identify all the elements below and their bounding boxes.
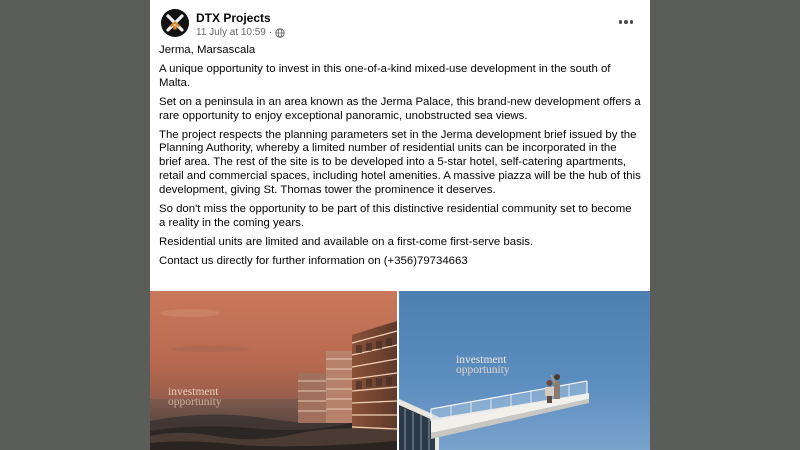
image-overlay-text: investment opportunity xyxy=(168,386,222,408)
post-card: DTX Projects 11 July at 10:59 · Jerma, M… xyxy=(150,0,650,450)
post-timestamp[interactable]: 11 July at 10:59 xyxy=(196,27,266,38)
dtx-logo-icon xyxy=(161,9,189,37)
more-horizontal-icon xyxy=(618,20,623,24)
balcony-sky-image xyxy=(399,291,650,450)
meta-separator: · xyxy=(268,27,273,38)
globe-icon[interactable] xyxy=(275,27,285,38)
post-body: Jerma, Marsascala A unique opportunity t… xyxy=(159,44,641,274)
post-paragraph: The project respects the planning parame… xyxy=(159,128,641,197)
media-image-left[interactable]: investment opportunity xyxy=(150,291,397,450)
page-avatar[interactable] xyxy=(161,9,189,37)
post-location: Jerma, Marsascala xyxy=(159,44,256,56)
post-media: investment opportunity investment opport… xyxy=(150,291,650,450)
post-paragraph: So don't miss the opportunity to be part… xyxy=(159,203,632,229)
sunset-building-image xyxy=(150,291,397,450)
post-contact: Contact us directly for further informat… xyxy=(159,254,468,267)
image-overlay-text: investment opportunity xyxy=(456,354,510,376)
more-options-button[interactable] xyxy=(616,12,636,32)
post-paragraph: Residential units are limited and availa… xyxy=(159,235,534,248)
media-image-right[interactable]: investment opportunity xyxy=(399,291,650,450)
page-name-link[interactable]: DTX Projects xyxy=(196,11,271,25)
post-paragraph: A unique opportunity to invest in this o… xyxy=(159,62,611,89)
post-header: DTX Projects 11 July at 10:59 · xyxy=(150,0,650,40)
post-paragraph: Set on a peninsula in an area known as t… xyxy=(159,95,641,122)
post-meta: 11 July at 10:59 · xyxy=(196,27,285,38)
